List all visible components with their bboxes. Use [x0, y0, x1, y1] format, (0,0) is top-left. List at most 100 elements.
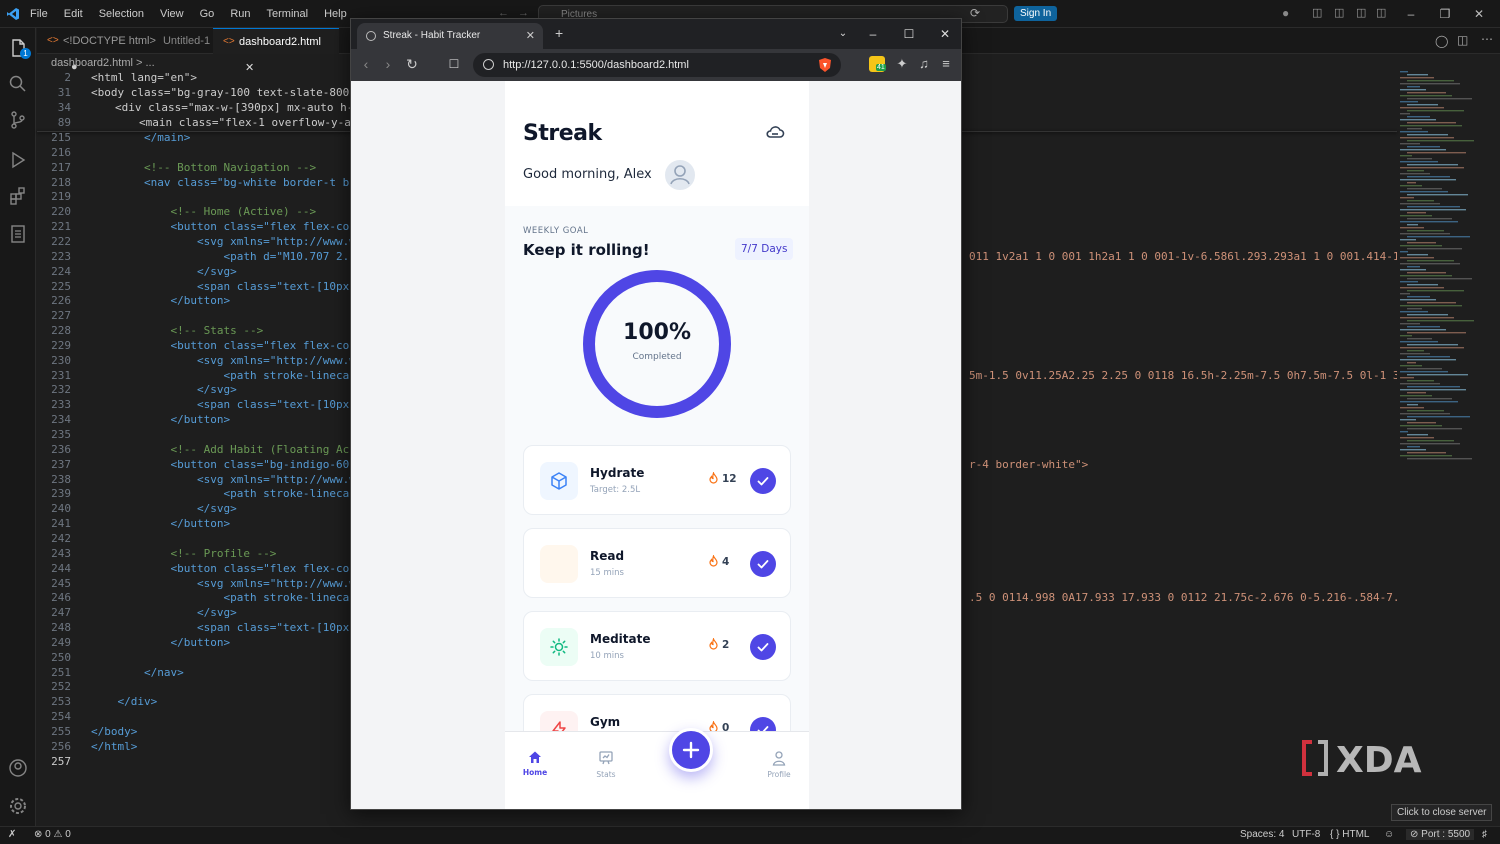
sticky-code-line: <html lang="en"> [91, 71, 197, 84]
flame-icon [709, 636, 718, 650]
code-line: <span class="text-[10px] fo [91, 621, 376, 635]
extension-folder-icon[interactable]: 41 [869, 56, 886, 72]
html-file-icon: <> [47, 35, 59, 46]
menu-terminal[interactable]: Terminal [259, 0, 317, 28]
menu-view[interactable]: View [152, 0, 192, 28]
remote-icon[interactable]: ✗ [8, 829, 16, 840]
split-editor-icon[interactable]: ◫ [1457, 33, 1468, 47]
browser-tab[interactable]: Streak - Habit Tracker ✕ [357, 23, 543, 49]
nav-stats-button[interactable]: Stats [586, 750, 626, 779]
menu-file[interactable]: File [22, 0, 56, 28]
menu-run[interactable]: Run [222, 0, 258, 28]
habit-card-meditate[interactable]: Meditate 10 mins 2 [523, 611, 791, 681]
greeting-text: Good morning, Alex [523, 167, 652, 182]
browser-menu-icon[interactable]: ≡ [935, 53, 957, 75]
close-window-icon[interactable]: ✕ [1464, 0, 1494, 28]
menu-selection[interactable]: Selection [91, 0, 152, 28]
extensions-puzzle-icon[interactable]: ✦ [891, 53, 913, 75]
code-overflow-line: .5 0 0114.998 0A17.933 17.933 0 0112 21.… [969, 591, 1397, 605]
menu-go[interactable]: Go [192, 0, 223, 28]
bookmark-icon[interactable]: ☐ [443, 53, 465, 75]
habit-name: Read [590, 549, 625, 563]
extensions-icon[interactable] [8, 186, 28, 206]
code-line: </html> [91, 739, 138, 753]
app-brand: Streak [523, 121, 602, 146]
line-number: 220 [51, 205, 71, 219]
menu-help[interactable]: Help [316, 0, 355, 28]
problems-indicator[interactable]: ⊗ 0 ⚠ 0 [34, 829, 71, 840]
language-status[interactable]: { } HTML [1330, 829, 1369, 840]
avatar[interactable] [663, 158, 697, 192]
account-icon[interactable] [8, 758, 28, 778]
code-line: <path stroke-linecap="r [91, 591, 376, 605]
globe-icon[interactable]: ◯ [1435, 34, 1448, 48]
nav-home-button[interactable]: Home [515, 750, 555, 777]
habit-card-hydrate[interactable]: Hydrate Target: 2.5L 12 [523, 445, 791, 515]
toggle-secondary-icon[interactable]: ◫ [1376, 6, 1386, 19]
media-music-icon[interactable]: ♫ [913, 53, 935, 75]
toggle-sidebar-icon[interactable]: ◫ [1334, 6, 1344, 19]
breadcrumb[interactable]: dashboard2.html > ... [37, 55, 155, 71]
habit-streak: 12 [708, 470, 737, 485]
xda-watermark-text: XDA [1336, 740, 1422, 780]
browser-maximize-icon[interactable]: ☐ [891, 19, 927, 49]
copilot-icon[interactable]: ● [1282, 6, 1289, 20]
document-icon[interactable] [8, 224, 28, 244]
warnings-count: 0 [65, 829, 71, 840]
reload-icon[interactable]: ↻ [401, 53, 423, 75]
browser-forward-icon[interactable]: › [377, 53, 399, 75]
run-debug-icon[interactable] [8, 150, 28, 170]
close-tab-icon[interactable]: ✕ [526, 23, 535, 49]
brave-shield-icon[interactable] [818, 57, 832, 73]
line-number: 233 [51, 398, 71, 412]
indentation-status[interactable]: Spaces: 4 [1240, 829, 1284, 840]
line-number: 232 [51, 383, 71, 397]
habit-name: Meditate [590, 632, 651, 646]
menu-edit[interactable]: Edit [56, 0, 91, 28]
browser-minimize-icon[interactable]: – [855, 19, 891, 49]
habit-target: 10 mins [590, 651, 624, 661]
line-number: 223 [51, 249, 71, 263]
source-control-icon[interactable] [8, 110, 28, 130]
add-habit-button[interactable] [669, 728, 713, 772]
tab-untitled[interactable]: <> <!DOCTYPE html> Untitled-1 ● [37, 28, 211, 73]
goal-title: Keep it rolling! [523, 241, 650, 259]
habit-card-read[interactable]: Read 15 mins 4 [523, 528, 791, 598]
tab-dashboard2[interactable]: <> dashboard2.html ✕ [213, 28, 339, 74]
browser-tab-strip: Streak - Habit Tracker ✕ + ⌄ – ☐ ✕ [351, 19, 961, 49]
copilot-status-icon[interactable]: ☺ [1384, 829, 1394, 840]
cloud-sync-icon[interactable] [765, 125, 785, 141]
habit-complete-button[interactable] [750, 468, 776, 494]
settings-gear-icon[interactable] [8, 796, 28, 816]
status-bar: ✗ ⊗ 0 ⚠ 0 Spaces: 4 UTF-8 { } HTML ☺ ⊘ P… [0, 826, 1500, 844]
vscode-logo-icon [7, 8, 19, 20]
line-number: 218 [51, 175, 71, 189]
browser-close-icon[interactable]: ✕ [927, 19, 961, 49]
more-actions-icon[interactable]: ⋯ [1481, 32, 1493, 46]
browser-back-icon[interactable]: ‹ [355, 53, 377, 75]
nav-profile-button[interactable]: Profile [759, 750, 799, 779]
line-number: 255 [51, 725, 71, 738]
live-server-port[interactable]: ⊘ Port : 5500 [1406, 829, 1475, 840]
habit-complete-button[interactable] [750, 551, 776, 577]
progress-label: Completed [632, 352, 682, 362]
site-info-icon[interactable] [483, 59, 494, 70]
accounts-icon[interactable]: ⟳ [970, 6, 980, 20]
line-number: 252 [51, 680, 71, 694]
restore-icon[interactable]: ❐ [1430, 0, 1460, 28]
search-icon[interactable] [8, 74, 28, 94]
encoding-status[interactable]: UTF-8 [1292, 829, 1320, 840]
minimap[interactable] [1398, 71, 1488, 471]
line-number: 245 [51, 576, 71, 590]
line-number: 219 [51, 190, 71, 204]
line-number: 237 [51, 457, 71, 471]
address-bar[interactable]: http://127.0.0.1:5500/dashboard2.html [473, 53, 841, 77]
new-tab-icon[interactable]: + [555, 25, 563, 41]
habit-target: 15 mins [590, 568, 624, 578]
minimize-icon[interactable]: – [1396, 0, 1426, 28]
notifications-bell-icon[interactable]: ♯ [1482, 829, 1487, 840]
sign-in-button[interactable]: Sign In [1014, 6, 1058, 21]
habit-complete-button[interactable] [750, 634, 776, 660]
toggle-panel-icon[interactable]: ◫ [1356, 6, 1366, 19]
layout-icon[interactable]: ◫ [1312, 6, 1322, 19]
